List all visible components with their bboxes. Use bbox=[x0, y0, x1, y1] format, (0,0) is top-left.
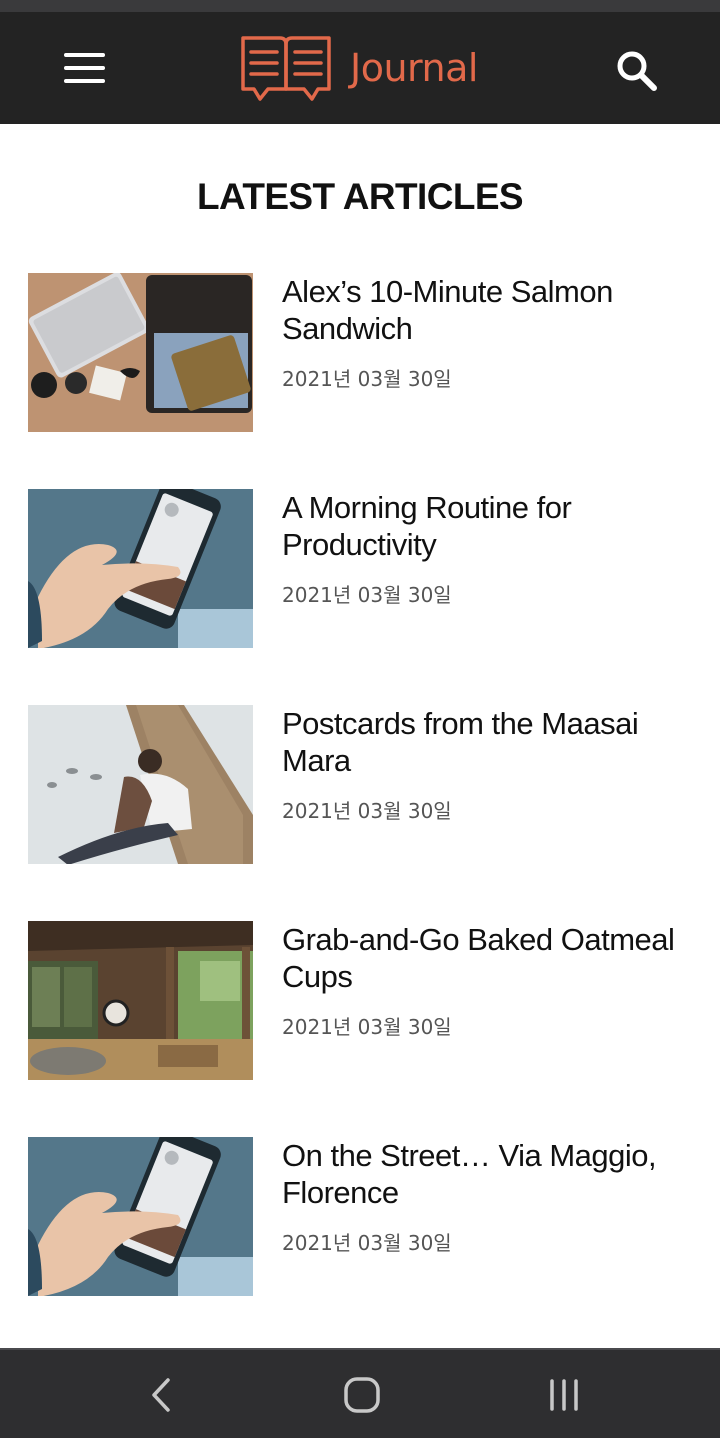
couple-on-pier-photo bbox=[28, 705, 253, 864]
hand-holding-phone-photo bbox=[28, 489, 253, 648]
article-item[interactable]: A Morning Routine for Productivity 2021년… bbox=[28, 489, 708, 705]
article-item[interactable]: On the Street… Via Maggio, Florence 2021… bbox=[28, 1137, 708, 1353]
hand-holding-phone-photo bbox=[28, 1137, 253, 1296]
brand-logo[interactable]: Journal bbox=[240, 34, 478, 102]
article-item[interactable]: Grab-and-Go Baked Oatmeal Cups 2021년 03월… bbox=[28, 921, 708, 1137]
system-navigation-bar bbox=[0, 1348, 720, 1438]
laptop-and-suitcase-photo bbox=[28, 273, 253, 432]
article-title: A Morning Routine for Productivity bbox=[282, 490, 572, 562]
back-icon[interactable] bbox=[120, 1350, 200, 1438]
article-item[interactable]: Alex’s 10-Minute Salmon Sandwich 2021년 0… bbox=[28, 273, 708, 489]
section-title: LATEST ARTICLES bbox=[196, 176, 524, 217]
article-title: Grab-and-Go Baked Oatmeal Cups bbox=[282, 922, 675, 994]
porch-living-room-photo bbox=[28, 921, 253, 1080]
article-list: Alex’s 10-Minute Salmon Sandwich 2021년 0… bbox=[28, 273, 708, 1353]
article-date: 2021년 03월 30일 bbox=[282, 799, 452, 823]
status-bar bbox=[0, 0, 720, 12]
open-book-icon bbox=[241, 36, 331, 101]
article-title: Alex’s 10-Minute Salmon Sandwich bbox=[282, 274, 613, 346]
app-name: Journal bbox=[350, 46, 478, 90]
article-date: 2021년 03월 30일 bbox=[282, 1015, 452, 1039]
article-item[interactable]: Postcards from the Maasai Mara 2021년 03월… bbox=[28, 705, 708, 921]
home-icon[interactable] bbox=[322, 1350, 402, 1438]
article-title: Postcards from the Maasai Mara bbox=[282, 706, 639, 778]
article-title: On the Street… Via Maggio, Florence bbox=[282, 1138, 657, 1210]
search-icon[interactable] bbox=[612, 46, 664, 98]
hamburger-menu-icon[interactable] bbox=[56, 46, 112, 90]
app-header: Journal bbox=[0, 12, 720, 124]
article-date: 2021년 03월 30일 bbox=[282, 1231, 452, 1255]
article-date: 2021년 03월 30일 bbox=[282, 367, 452, 391]
article-date: 2021년 03월 30일 bbox=[282, 583, 452, 607]
recent-apps-icon[interactable] bbox=[524, 1350, 604, 1438]
